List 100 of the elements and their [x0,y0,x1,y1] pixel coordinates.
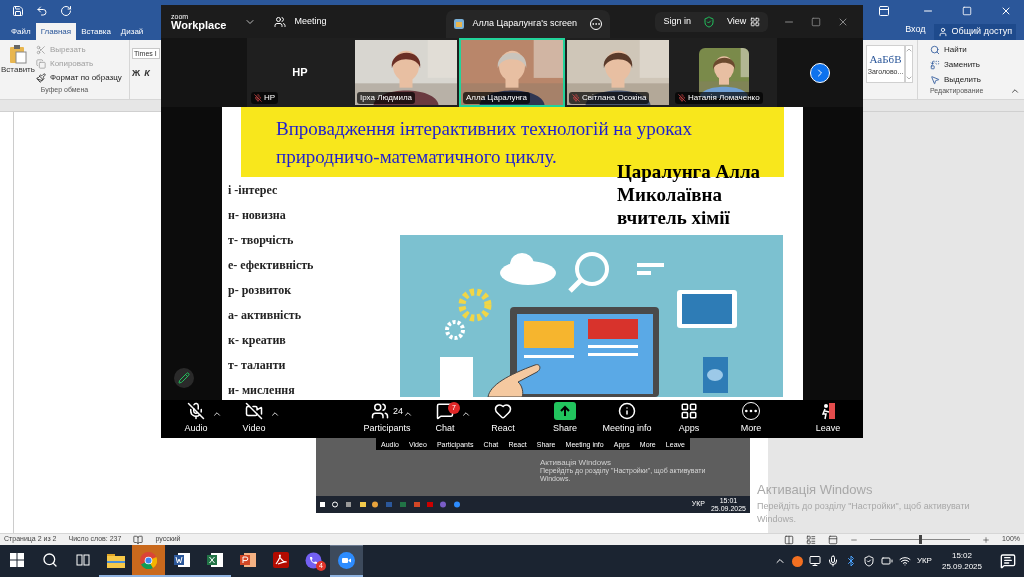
editing-command[interactable]: Заменить [930,59,1024,71]
person-icon [937,27,948,37]
zoom-in-icon[interactable] [982,535,991,544]
author-line: вчитель хімії [617,206,731,229]
toolbar-button[interactable]: Audio [166,401,226,437]
share-button[interactable]: Общий доступ [933,24,1016,40]
participant-name: Світлана Осокіна [569,92,650,104]
list-item: т- таланти [228,357,287,374]
sign-in-link[interactable]: Вход [905,22,926,36]
print-layout-icon[interactable] [806,534,817,545]
search-icon [930,45,940,55]
list-item: н- новизна [228,207,287,224]
meeting-tab[interactable]: Meeting [274,14,327,29]
save-icon[interactable] [12,5,24,17]
toolbar-button[interactable]: Apps [659,401,719,437]
participant-name: Алла Царалунга [463,92,531,104]
microphone-icon[interactable] [826,555,839,567]
word-icon[interactable] [173,552,190,568]
participant-tile[interactable]: Наталія Ломаченко [671,38,777,107]
caret-icon[interactable] [403,409,413,419]
zoom-app-icon[interactable] [338,551,355,569]
toolbar-button[interactable]: Video [224,401,284,437]
view-button[interactable]: View [727,14,761,29]
close-icon[interactable] [1000,5,1012,17]
shield-icon[interactable] [862,555,875,567]
activation-title: Активація Windows [757,481,874,499]
excel-icon[interactable] [206,552,223,568]
sign-in-link[interactable]: Sign in [663,14,691,29]
style-sample: АаБбВ [869,51,902,67]
clock-time[interactable]: 15:02 [951,550,972,561]
battery-icon[interactable] [880,555,893,567]
toolbar-button[interactable]: React [473,401,533,437]
monitor-icon[interactable] [808,555,821,567]
ribbon-tab[interactable]: Дизай [115,23,149,40]
list-item: и- мислення [228,382,296,399]
participants-icon [371,402,389,421]
caret-icon[interactable] [270,409,280,419]
logo-title: Workplace [171,19,227,31]
list-item: і -інтерес [228,182,279,199]
powerpoint-icon[interactable] [239,552,256,568]
caret-icon[interactable] [212,409,222,419]
info-icon [618,402,636,421]
toolbar-button[interactable]: Leave [798,401,858,437]
notifications-icon[interactable] [1000,553,1016,569]
task-view-icon[interactable] [75,553,90,567]
undo-icon[interactable] [36,5,48,17]
participant-name: Наталія Ломаченко [675,92,763,104]
folder-icon[interactable] [106,552,125,568]
paintbrush-icon [36,73,46,83]
screen-tab[interactable]: Алла Царалунга's screen [446,10,611,38]
antivirus-icon[interactable] [791,555,803,567]
list-item: т- творчість [228,232,295,249]
wifi-icon[interactable] [898,555,911,567]
paste-button[interactable]: Вставить [0,44,36,85]
maximize-icon[interactable] [811,16,821,27]
search-icon[interactable] [41,552,58,568]
acrobat-icon[interactable] [272,552,289,568]
clipboard-command[interactable]: Формат по образцу [36,72,122,84]
grid-icon [750,16,761,27]
participant-tile[interactable]: Алла Царалунга [459,38,565,107]
app-icon [454,19,465,29]
heart-icon [494,402,512,421]
replace-icon [930,60,940,70]
proofing-icon[interactable] [133,534,144,545]
editing-command[interactable]: Найти [930,44,1024,56]
viber-icon[interactable] [305,551,322,569]
toolbar-button[interactable]: 24 Participants [357,401,417,437]
zoom-slider-thumb[interactable] [919,535,923,544]
bold-button[interactable]: Ж [132,67,141,81]
ribbon-tab[interactable]: Вставка [76,23,116,40]
clipboard-icon [9,44,27,64]
toolbar-button[interactable]: Meeting info [597,401,657,437]
italic-button[interactable]: К [144,67,150,81]
annotate-button[interactable] [174,368,194,388]
list-item: а- активність [228,307,302,324]
taskbar-button[interactable] [330,545,363,577]
caret-icon[interactable] [461,409,471,419]
language-indicator[interactable]: УКР [916,555,932,567]
next-page-button[interactable] [810,62,830,83]
ribbon-tab[interactable]: Главная [35,23,77,40]
ribbon-tab[interactable]: Файл [6,23,36,40]
clock-date[interactable]: 25.09.2025 [941,561,982,572]
chrome-icon[interactable] [140,551,157,569]
read-mode-icon[interactable] [784,534,795,545]
participant-tile[interactable]: Ірха Людмила [353,38,459,107]
toolbar-button[interactable]: More [721,401,781,437]
web-layout-icon[interactable] [828,534,839,545]
list-item: р- розвиток [228,282,293,299]
ribbon-display-icon[interactable] [878,5,890,17]
participant-tile[interactable]: HP HP [247,38,353,107]
redo-icon[interactable] [60,5,72,17]
participant-initials: HP [292,65,308,81]
author-line: Миколаївна [617,183,723,206]
cursor-icon [930,75,940,85]
participant-count: 24 [393,404,403,418]
apps-icon [680,402,698,421]
toolbar-button[interactable]: Share [535,401,595,437]
participant-tile[interactable]: Світлана Осокіна [565,38,671,107]
windows-icon[interactable] [9,553,24,567]
editing-command[interactable]: Выделить [930,74,1024,86]
